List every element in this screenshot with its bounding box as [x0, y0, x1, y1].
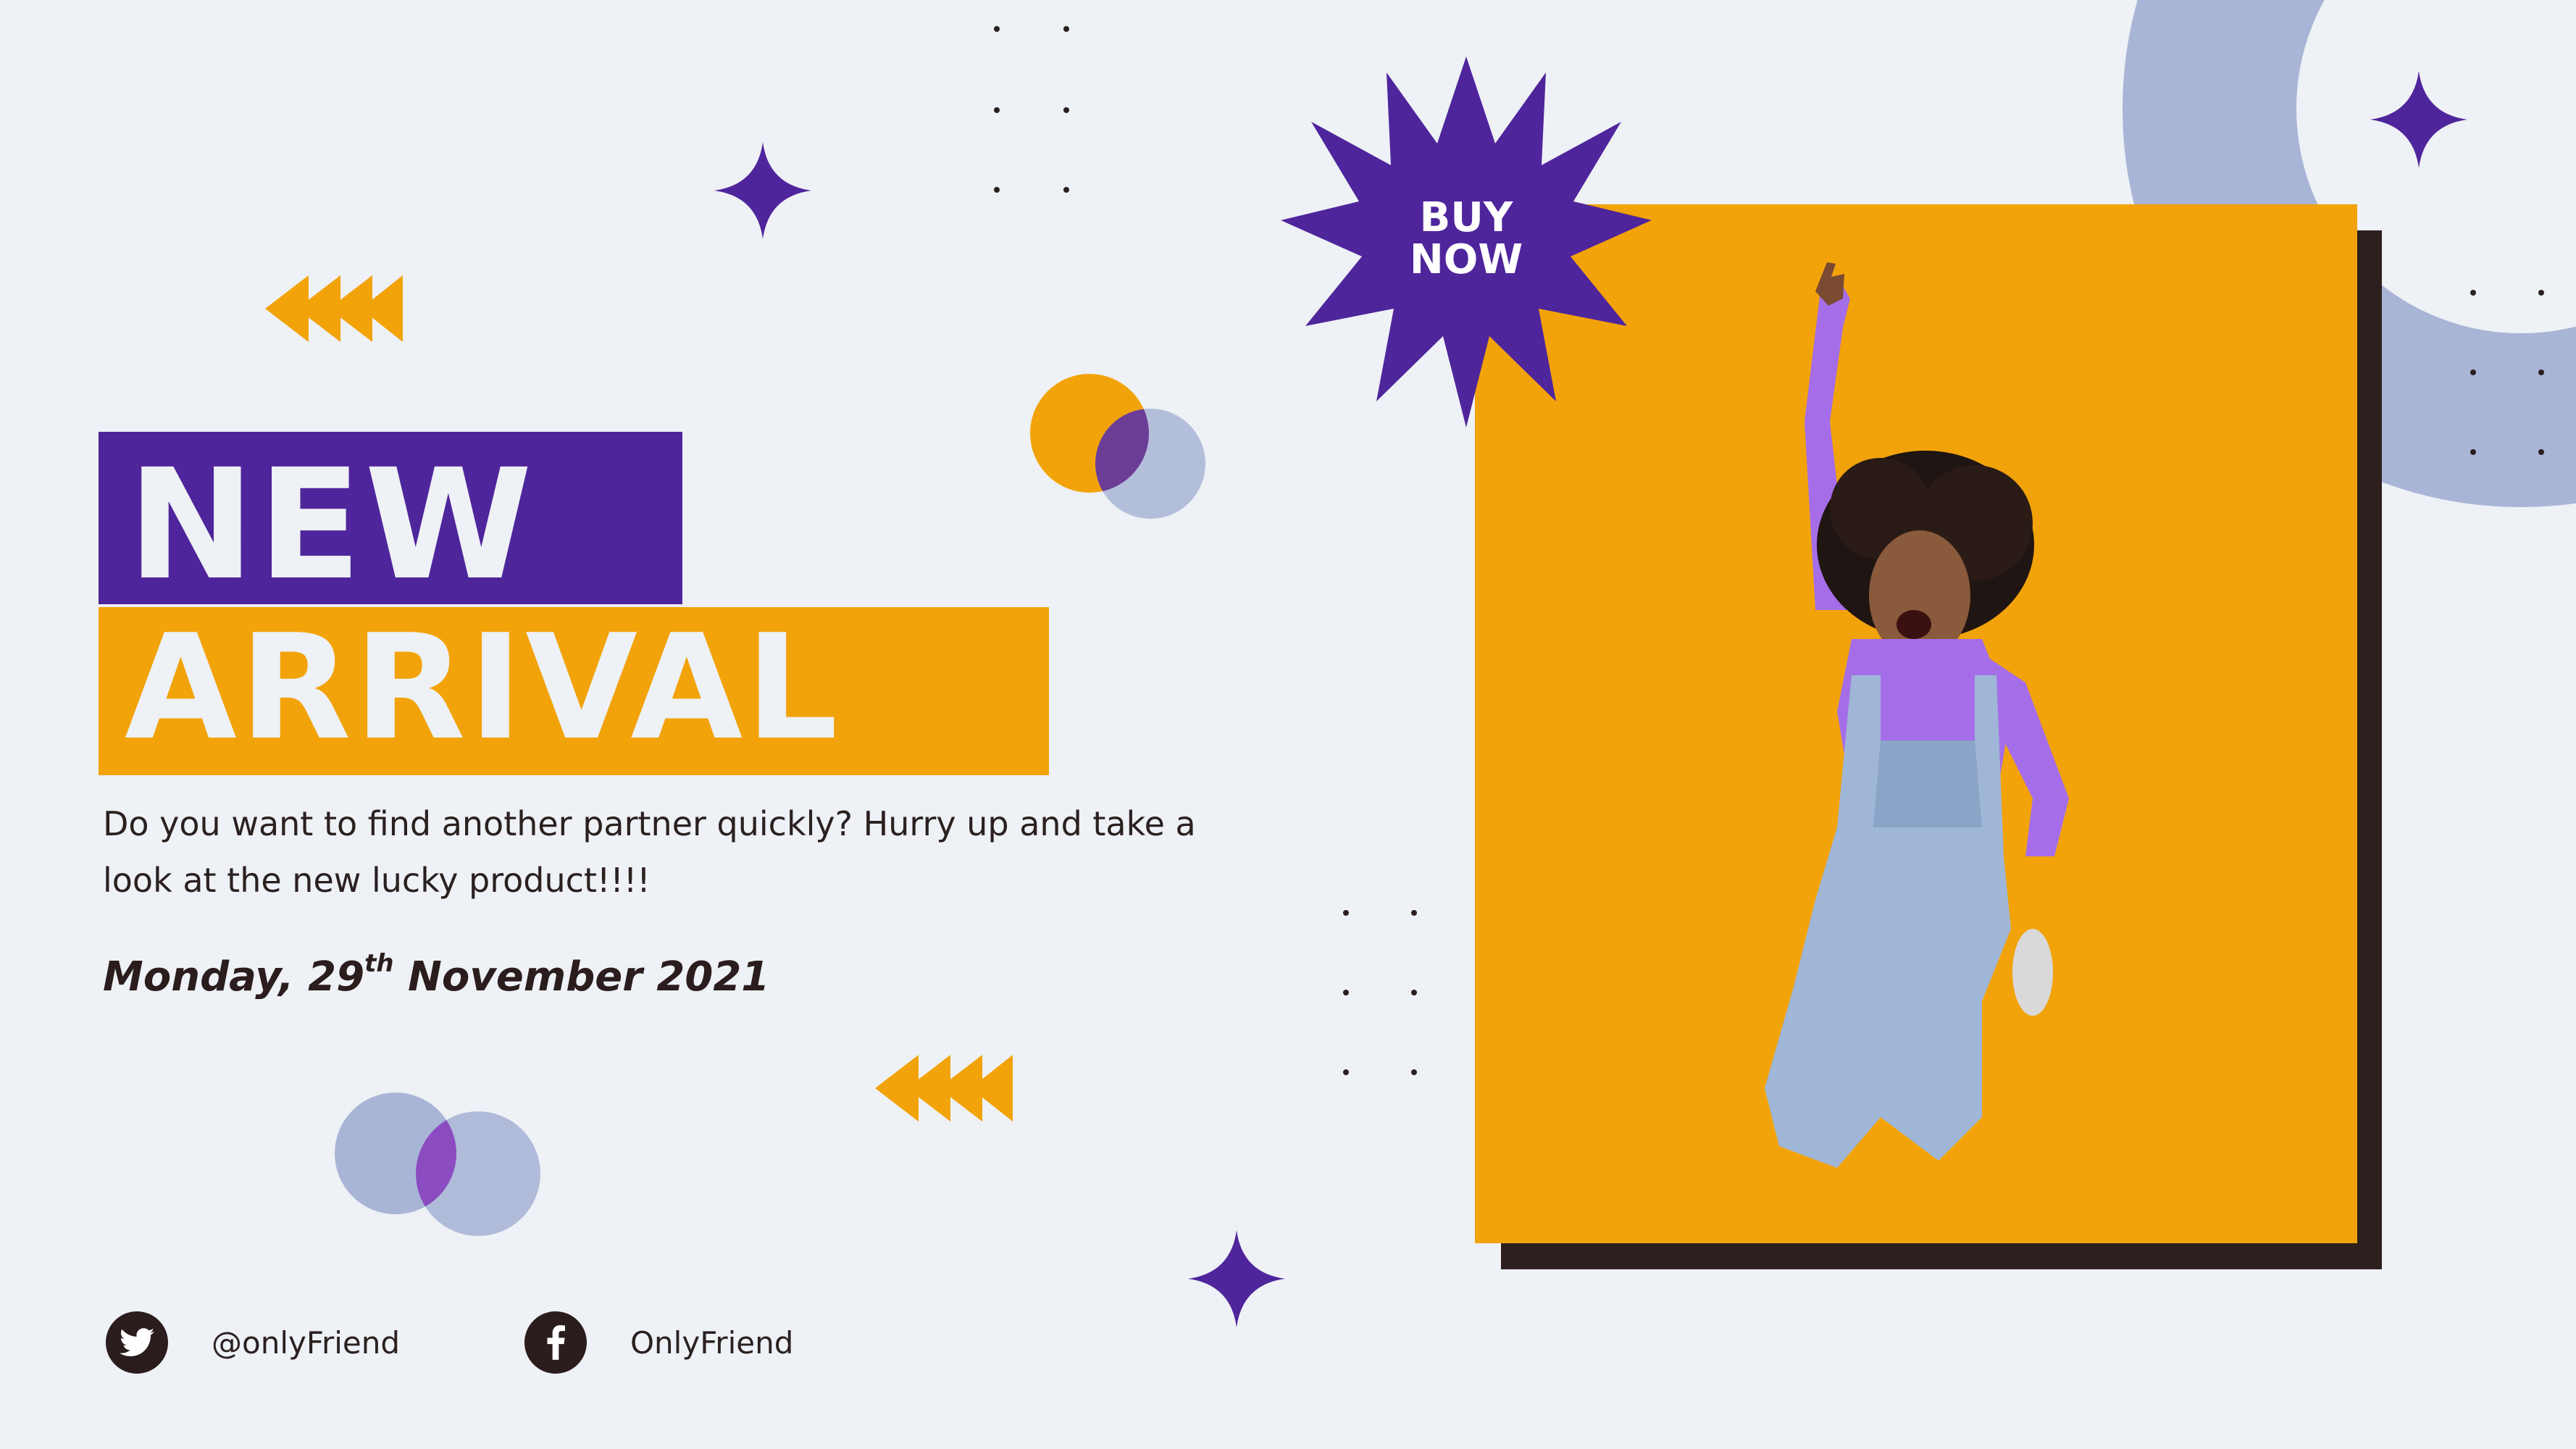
- badge-line-2: NOW: [1409, 236, 1523, 283]
- headline-line-1: NEW: [127, 436, 535, 614]
- headline-line-2: ARRIVAL: [125, 604, 841, 772]
- twitter-handle: @onlyFriend: [212, 1324, 400, 1361]
- overlapping-circles-icon: [335, 1093, 540, 1236]
- buy-now-badge[interactable]: BUY NOW: [1281, 57, 1652, 427]
- twitter-link[interactable]: @onlyFriend: [106, 1311, 400, 1374]
- chevron-arrows-icon: [265, 275, 403, 342]
- date-superscript: th: [364, 949, 394, 978]
- badge-line-1: BUY: [1419, 194, 1513, 241]
- facebook-handle: OnlyFriend: [630, 1324, 794, 1361]
- facebook-link[interactable]: OnlyFriend: [524, 1311, 793, 1374]
- sparkle-icon: [1188, 1230, 1285, 1327]
- date-prefix: Monday, 29: [103, 953, 365, 1001]
- sparkle-icon: [714, 142, 811, 239]
- twitter-icon: [106, 1311, 168, 1374]
- sparkle-icon: [2370, 71, 2467, 168]
- date-suffix: November 2021: [393, 953, 770, 1001]
- chevron-arrows-icon: [875, 1055, 1013, 1122]
- event-date: Monday, 29th November 2021: [103, 949, 769, 1001]
- facebook-icon: [524, 1311, 587, 1374]
- overlapping-circles-icon: [1030, 374, 1205, 519]
- new-arrival-banner: NEW ARRIVAL Do you want to find another …: [0, 0, 2576, 1449]
- description-text: Do you want to find another partner quic…: [103, 804, 1196, 900]
